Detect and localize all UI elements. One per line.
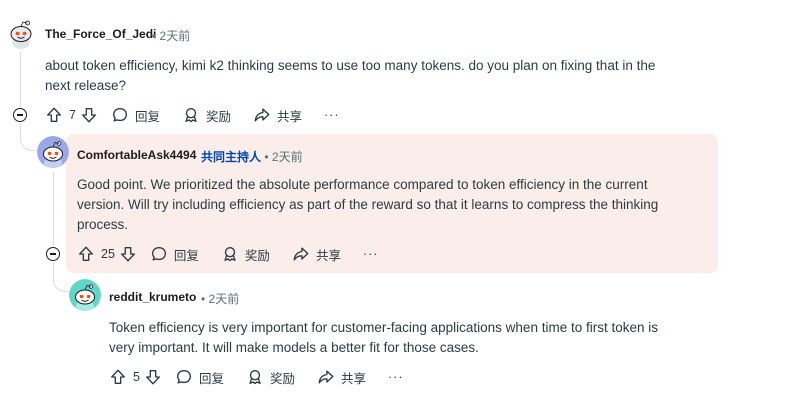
award-button[interactable]: 奖励 [182, 106, 231, 125]
upvote-button[interactable] [77, 245, 95, 263]
award-icon [221, 245, 239, 263]
downvote-icon [80, 106, 98, 124]
comment-icon [111, 106, 129, 124]
comment-meta: 共同主持人 • 2天前 [201, 148, 303, 165]
reply-button[interactable]: 回复 [175, 368, 224, 387]
more-options-button[interactable]: ··· [363, 247, 379, 261]
share-icon [292, 245, 310, 263]
upvote-button[interactable] [109, 368, 127, 386]
comment-icon [150, 245, 168, 263]
comment-body-line: very important. It will make models a be… [109, 340, 479, 355]
downvote-icon [119, 245, 137, 263]
downvote-button[interactable] [144, 368, 162, 386]
award-button[interactable]: 奖励 [221, 245, 270, 264]
downvote-button[interactable] [119, 245, 137, 263]
more-options-button[interactable]: ··· [324, 108, 340, 122]
share-icon [317, 368, 335, 386]
comment-meta: • 2天前 [152, 27, 190, 44]
comment-meta: • 2天前 [201, 290, 239, 307]
upvote-button[interactable] [45, 106, 63, 124]
share-button[interactable]: 共享 [317, 368, 366, 387]
upvote-icon [109, 368, 127, 386]
comment-actions: 7 回复 奖励 共享 ··· [45, 103, 340, 127]
comment-timestamp[interactable]: 2天前 [160, 29, 191, 43]
thread-line [53, 172, 54, 246]
thread-connector [20, 124, 36, 151]
comment-body-line: process. [77, 217, 129, 232]
comment-body-line: Token efficiency is very important for c… [109, 320, 658, 335]
thread-line [20, 52, 21, 107]
collapse-icon[interactable] [13, 108, 27, 122]
meta-separator: • [201, 292, 206, 306]
comment-body-line: Good point. We prioritized the absolute … [77, 177, 648, 192]
award-label: 奖励 [244, 248, 270, 263]
share-button[interactable]: 共享 [253, 106, 302, 125]
upvote-icon [45, 106, 63, 124]
comment-actions: 5 回复 奖励 共享 ··· [109, 365, 404, 389]
comment-icon [175, 368, 193, 386]
comment-actions: 25 回复 奖励 共享 ··· [77, 242, 378, 266]
share-label: 共享 [340, 371, 366, 386]
share-label: 共享 [276, 109, 302, 124]
comment-timestamp[interactable]: 2天前 [272, 150, 303, 164]
comment-author[interactable]: reddit_krumeto [109, 290, 196, 304]
avatar[interactable] [69, 279, 101, 311]
collapse-icon[interactable] [46, 247, 60, 261]
share-icon [253, 106, 271, 124]
reply-label: 回复 [134, 109, 160, 124]
vote-count: 5 [133, 370, 140, 384]
snoo-avatar-icon [69, 279, 101, 311]
vote-count: 7 [69, 108, 76, 122]
more-options-button[interactable]: ··· [388, 370, 404, 384]
snoo-avatar-icon [37, 136, 69, 168]
moderator-badge: 共同主持人 [201, 150, 262, 164]
meta-separator: • [264, 150, 269, 164]
avatar[interactable] [5, 17, 37, 49]
award-icon [182, 106, 200, 124]
reply-label: 回复 [198, 371, 224, 386]
reply-button[interactable]: 回复 [150, 245, 199, 264]
comment-timestamp[interactable]: 2天前 [209, 292, 240, 306]
comment-body-line: next release? [45, 78, 127, 93]
thread-connector [53, 262, 68, 292]
comment-body: Token efficiency is very important for c… [109, 318, 749, 358]
upvote-icon [77, 245, 95, 263]
comment-body: about token efficiency, kimi k2 thinking… [45, 56, 725, 96]
award-button[interactable]: 奖励 [246, 368, 295, 387]
award-icon [246, 368, 264, 386]
comment-body-line: version. Will try including efficiency a… [77, 197, 659, 212]
snoo-avatar-icon [5, 17, 37, 49]
vote-count: 25 [101, 247, 115, 261]
downvote-icon [144, 368, 162, 386]
reply-label: 回复 [173, 248, 199, 263]
share-button[interactable]: 共享 [292, 245, 341, 264]
comment-body-line: about token efficiency, kimi k2 thinking… [45, 58, 656, 73]
share-label: 共享 [315, 248, 341, 263]
downvote-button[interactable] [80, 106, 98, 124]
comment-author[interactable]: ComfortableAsk4494 [77, 148, 196, 162]
avatar[interactable] [37, 136, 69, 168]
reply-button[interactable]: 回复 [111, 106, 160, 125]
award-label: 奖励 [205, 109, 231, 124]
comment-author[interactable]: The_Force_Of_Jedi [45, 27, 156, 41]
comment-body: Good point. We prioritized the absolute … [77, 175, 707, 235]
meta-separator: • [152, 29, 157, 43]
award-label: 奖励 [269, 371, 295, 386]
